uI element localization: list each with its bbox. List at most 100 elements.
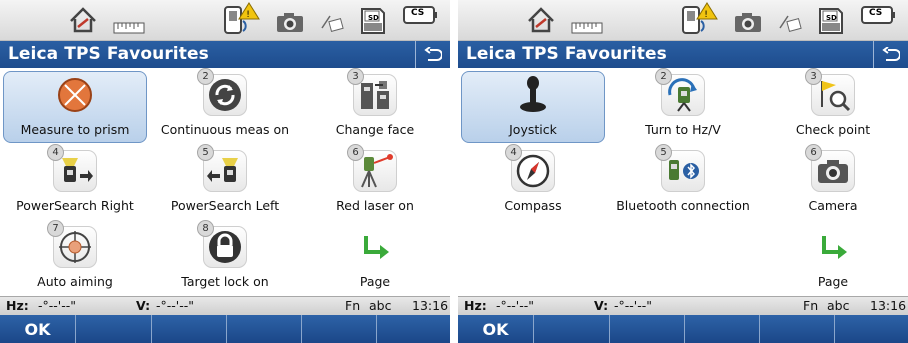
favourite-label: Red laser on — [336, 198, 414, 213]
softkey-f2[interactable] — [534, 315, 610, 343]
reflector-icon[interactable] — [318, 10, 348, 34]
softkey-bar: OK — [0, 315, 450, 343]
fn-indicator: Fn — [345, 298, 361, 313]
softkey-f4[interactable] — [227, 315, 302, 343]
auto-aiming-icon: 7 — [47, 220, 97, 268]
favourite-label: Joystick — [509, 122, 557, 137]
shortcut-number: 5 — [197, 144, 214, 161]
sd-label: SD — [826, 14, 837, 22]
instrument-warning-icon[interactable]: ! — [677, 1, 721, 39]
camera-status-icon[interactable] — [733, 10, 763, 34]
favourite-label: Page — [359, 274, 391, 289]
svg-text:!: ! — [246, 10, 250, 20]
powersearch-right-icon: 4 — [47, 144, 97, 192]
favourite-label: Page — [817, 274, 849, 289]
joystick-icon — [511, 74, 555, 116]
page-title: Leica TPS Favourites — [8, 44, 209, 64]
favourite-bluetooth-connection[interactable]: 5 Bluetooth connection — [608, 144, 758, 220]
favourite-compass[interactable]: 4 Compass — [458, 144, 608, 220]
favourite-page[interactable]: Page — [300, 220, 450, 296]
softkey-f4[interactable] — [685, 315, 760, 343]
title-bar: Leica TPS Favourites — [0, 41, 450, 68]
shortcut-number: 5 — [655, 144, 672, 161]
shortcut-number: 4 — [47, 144, 64, 161]
change-face-icon: 3 — [347, 68, 397, 116]
favourite-check-point[interactable]: 3 Check point — [758, 68, 908, 144]
favourite-label: Compass — [504, 198, 562, 213]
softkey-f3[interactable] — [152, 315, 227, 343]
softkey-f2[interactable] — [76, 315, 152, 343]
favourite-target-lock[interactable]: 8 Target lock on — [150, 220, 300, 296]
instrument-warning-icon[interactable]: ! — [219, 1, 263, 39]
reflector-icon[interactable] — [776, 10, 806, 34]
fn-indicator: Fn — [803, 298, 819, 313]
favourite-label: Bluetooth connection — [616, 198, 750, 213]
favourite-continuous-meas[interactable]: 2 Continuous meas on — [150, 68, 300, 144]
red-laser-icon: 6 — [347, 144, 397, 192]
favourite-camera[interactable]: 6 Camera — [758, 144, 908, 220]
back-arrow-icon — [424, 46, 442, 61]
favourite-label: Turn to Hz/V — [645, 122, 721, 137]
shortcut-number: 6 — [347, 144, 364, 161]
turn-to-icon: 2 — [655, 68, 705, 116]
softkey-f3[interactable] — [610, 315, 685, 343]
favourite-measure-to-prism[interactable]: Measure to prism — [0, 68, 150, 144]
favourite-page[interactable]: Page — [758, 220, 908, 296]
favourites-grid: Joystick 2 Turn to Hz/V 3 Check point 4 … — [458, 68, 908, 296]
softkey-f6[interactable] — [377, 315, 450, 343]
sd-card-icon[interactable]: SD — [816, 6, 846, 36]
favourite-change-face[interactable]: 3 Change face — [300, 68, 450, 144]
camera-icon: 6 — [805, 144, 855, 192]
ok-softkey[interactable]: OK — [458, 315, 534, 343]
battery-ruler-icon — [113, 22, 145, 34]
favourite-label: PowerSearch Left — [170, 198, 280, 213]
v-label: V: — [594, 298, 609, 313]
favourite-label: Check point — [795, 122, 871, 137]
favourite-joystick[interactable]: Joystick — [458, 68, 608, 144]
camera-status-icon[interactable] — [275, 10, 305, 34]
cs-controller-icon[interactable]: CS — [860, 5, 896, 27]
right-screen: ! SD CS Leica TPS Favourites Joystick 2 … — [458, 0, 908, 343]
prism-icon — [53, 74, 97, 116]
info-bar: Hz: -°--'--" V: -°--'--" Fn abc 13:16 — [0, 296, 450, 315]
back-button[interactable] — [873, 41, 908, 68]
back-button[interactable] — [415, 41, 450, 68]
sd-card-icon[interactable]: SD — [358, 6, 388, 36]
softkey-f5[interactable] — [302, 315, 377, 343]
hz-value: -°--'--" — [38, 298, 76, 313]
cs-controller-icon[interactable]: CS — [402, 5, 438, 27]
home-level-icon[interactable] — [65, 4, 101, 36]
compass-icon: 4 — [505, 144, 555, 192]
softkey-f5[interactable] — [760, 315, 835, 343]
favourite-label: Continuous meas on — [160, 122, 290, 137]
target-lock-icon: 8 — [197, 220, 247, 268]
favourite-powersearch-right[interactable]: 4 PowerSearch Right — [0, 144, 150, 220]
dual-screen-view: ! SD CS Leica TPS Favourites Measure to … — [0, 0, 908, 343]
shortcut-number: 4 — [505, 144, 522, 161]
v-value: -°--'--" — [156, 298, 194, 313]
home-level-icon[interactable] — [523, 4, 559, 36]
softkey-f6[interactable] — [835, 315, 908, 343]
favourite-label: Camera — [808, 198, 858, 213]
check-point-icon: 3 — [805, 68, 855, 116]
favourite-label: Change face — [335, 122, 415, 137]
screen-divider — [450, 0, 458, 343]
battery-ruler-icon — [571, 22, 603, 34]
back-arrow-icon — [882, 46, 900, 61]
title-bar: Leica TPS Favourites — [458, 41, 908, 68]
cs-label: CS — [411, 8, 425, 18]
clock: 13:16 — [412, 298, 449, 313]
bluetooth-connection-icon: 5 — [655, 144, 705, 192]
clock: 13:16 — [870, 298, 907, 313]
status-bar: ! SD CS — [458, 0, 908, 41]
favourite-label: Auto aiming — [37, 274, 113, 289]
favourite-auto-aiming[interactable]: 7 Auto aiming — [0, 220, 150, 296]
continuous-measure-icon: 2 — [197, 68, 247, 116]
info-bar: Hz: -°--'--" V: -°--'--" Fn abc 13:16 — [458, 296, 908, 315]
page-title: Leica TPS Favourites — [466, 44, 667, 64]
favourite-powersearch-left[interactable]: 5 PowerSearch Left — [150, 144, 300, 220]
favourite-red-laser[interactable]: 6 Red laser on — [300, 144, 450, 220]
hz-label: Hz: — [464, 298, 487, 313]
ok-softkey[interactable]: OK — [0, 315, 76, 343]
favourite-turn-to-hz-v[interactable]: 2 Turn to Hz/V — [608, 68, 758, 144]
